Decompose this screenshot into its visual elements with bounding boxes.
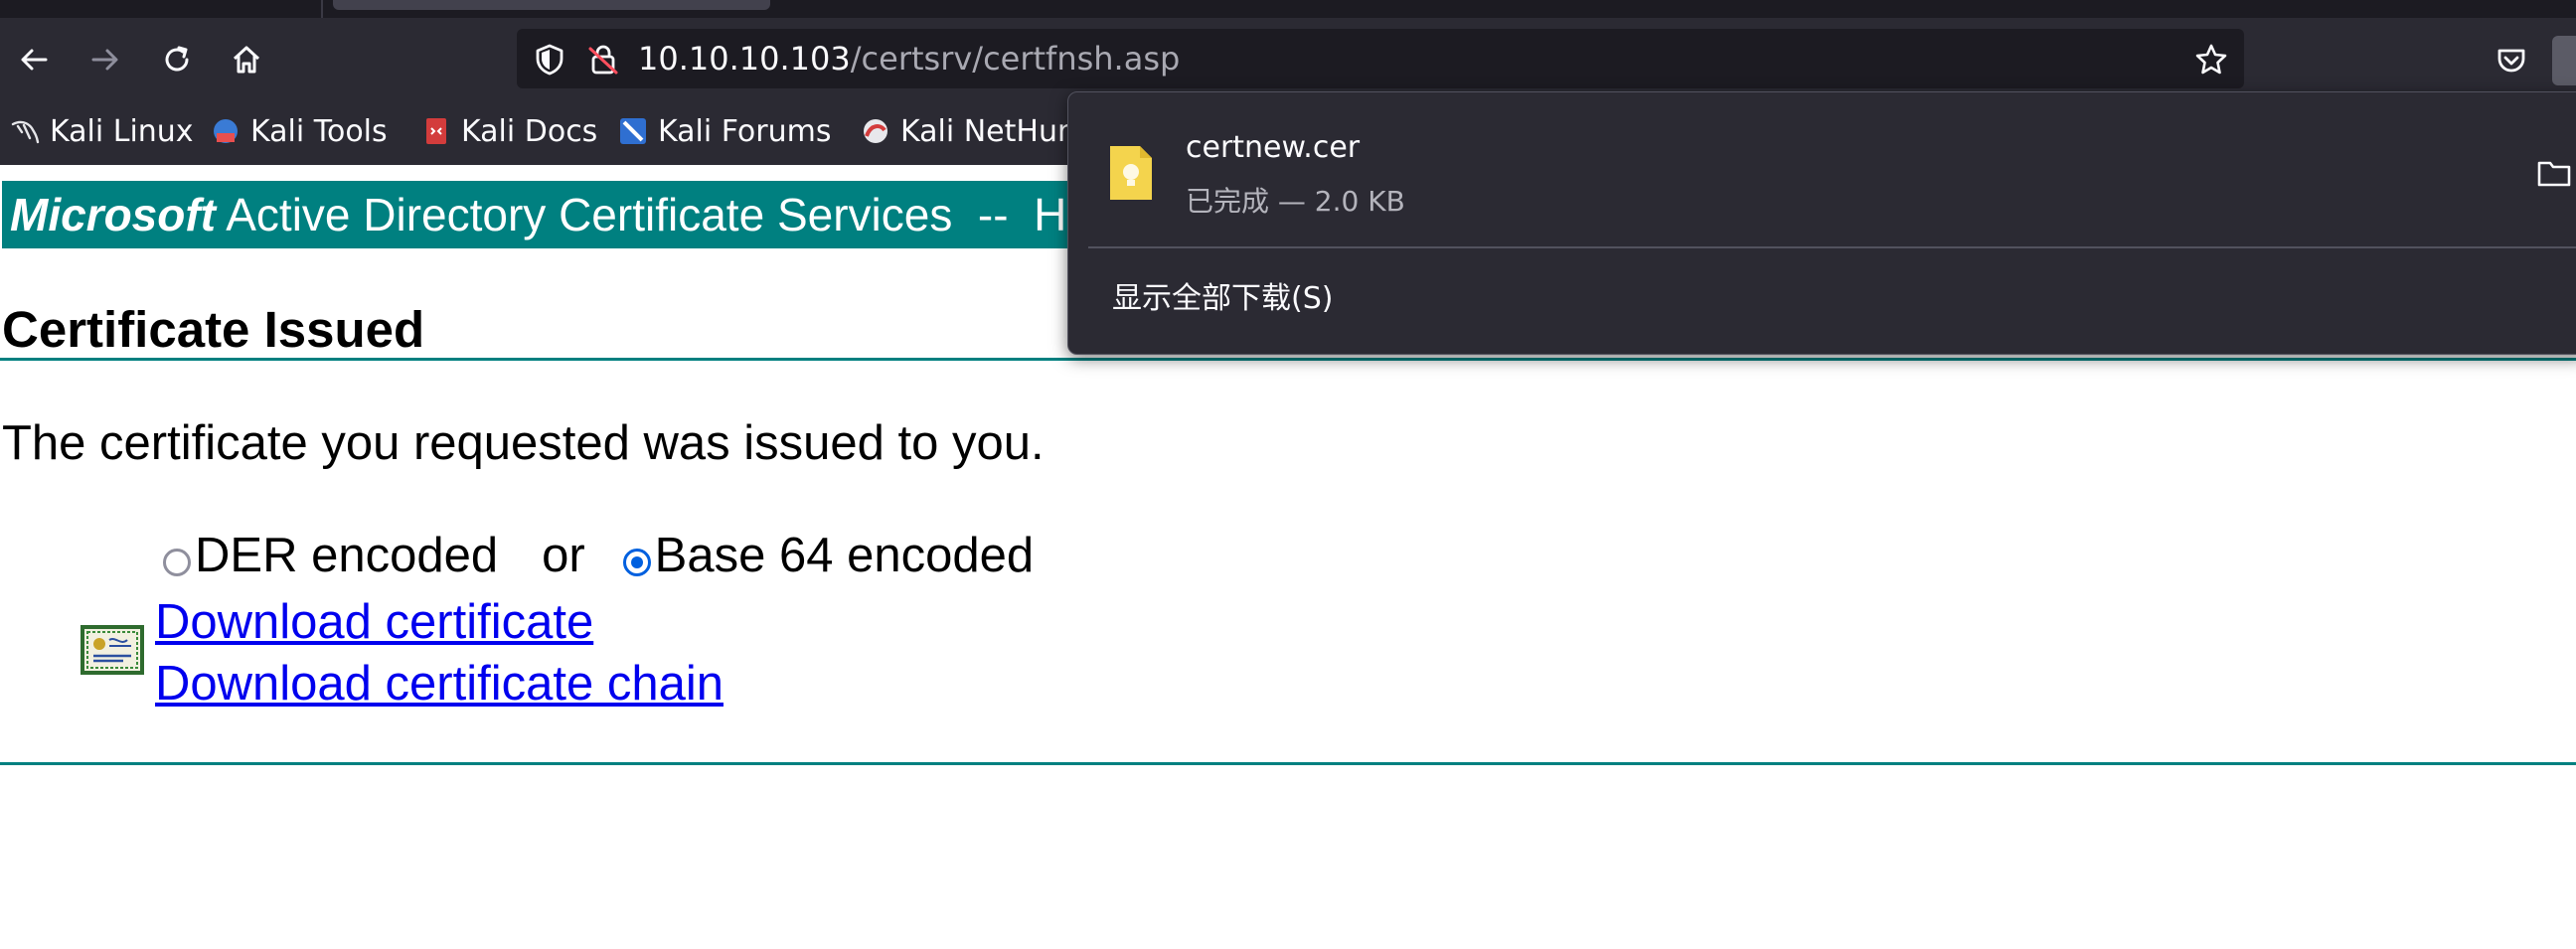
kali-dragon-icon <box>11 120 40 144</box>
shield-icon[interactable] <box>533 43 566 77</box>
page-title: Certificate Issued <box>2 301 425 358</box>
downloads-button[interactable] <box>2552 36 2576 85</box>
kali-tools-icon <box>214 119 238 143</box>
url-host: 10.10.10.103 <box>638 40 851 78</box>
reload-button[interactable] <box>157 40 197 79</box>
tab-strip <box>0 0 2576 18</box>
forward-button[interactable] <box>85 40 125 79</box>
url-bar[interactable]: 10.10.10.103/certsrv/certfnsh.asp <box>517 29 2244 88</box>
download-certificate-chain-link[interactable]: Download certificate chain <box>155 656 724 712</box>
downloads-separator <box>1088 246 2576 248</box>
pocket-icon[interactable] <box>2495 44 2528 78</box>
bookmark-kali-tools[interactable]: Kali Tools <box>211 111 388 151</box>
tab-separator <box>321 0 323 18</box>
back-button[interactable] <box>14 40 54 79</box>
base64-label[interactable]: Base 64 encoded <box>655 528 1034 583</box>
download-certificate-link[interactable]: Download certificate <box>155 594 593 650</box>
divider-top <box>0 358 2576 361</box>
url-text[interactable]: 10.10.10.103/certsrv/certfnsh.asp <box>638 43 1180 75</box>
bookmark-kali-docs[interactable]: Kali Docs <box>421 111 597 151</box>
header-title: Active Directory Certificate Services --… <box>216 189 1067 240</box>
downloads-panel: certnew.cer 已完成 — 2.0 KB 显示全部下载(S) <box>1067 91 2576 355</box>
bookmark-kali-forums[interactable]: Kali Forums <box>618 111 831 151</box>
der-label[interactable]: DER encoded <box>195 528 498 583</box>
header-brand: Microsoft <box>10 189 216 240</box>
bookmark-label: Kali Docs <box>461 113 598 149</box>
der-radio[interactable] <box>163 549 191 576</box>
download-status: 已完成 — 2.0 KB <box>1186 185 1405 218</box>
bookmark-star-icon[interactable] <box>2194 43 2228 77</box>
insecure-lock-icon[interactable] <box>586 43 620 77</box>
file-icon[interactable] <box>1108 144 1154 202</box>
encoding-options: DER encoded or Base 64 encoded <box>163 526 1034 585</box>
url-path: /certsrv/certfnsh.asp <box>850 40 1181 78</box>
back-arrow-icon <box>21 49 48 71</box>
home-button[interactable] <box>227 40 266 79</box>
download-file-name[interactable]: certnew.cer <box>1186 130 1360 165</box>
folder-icon[interactable] <box>2537 158 2571 188</box>
forward-arrow-icon <box>91 49 118 71</box>
base64-radio[interactable] <box>622 549 651 576</box>
page-header-bar: Microsoft Active Directory Certificate S… <box>2 181 1125 248</box>
kali-docs-icon <box>426 118 446 144</box>
bookmark-label: Kali Tools <box>250 113 388 149</box>
active-tab[interactable] <box>333 0 770 10</box>
home-icon <box>233 46 260 74</box>
issued-message: The certificate you requested was issued… <box>2 416 1045 470</box>
kali-nethunter-icon <box>864 119 887 143</box>
bookmark-kali-linux[interactable]: Kali Linux <box>10 111 194 151</box>
divider-bottom <box>0 762 2576 765</box>
bookmark-label: Kali Linux <box>50 113 194 149</box>
bookmark-label: Kali Forums <box>658 113 832 149</box>
certificate-icon <box>80 625 144 675</box>
reload-icon <box>165 46 189 72</box>
or-label: or <box>542 529 585 582</box>
kali-forums-icon <box>620 118 646 144</box>
navigation-toolbar: 10.10.10.103/certsrv/certfnsh.asp <box>0 18 2576 99</box>
show-all-downloads-button[interactable]: 显示全部下载(S) <box>1112 273 1333 317</box>
